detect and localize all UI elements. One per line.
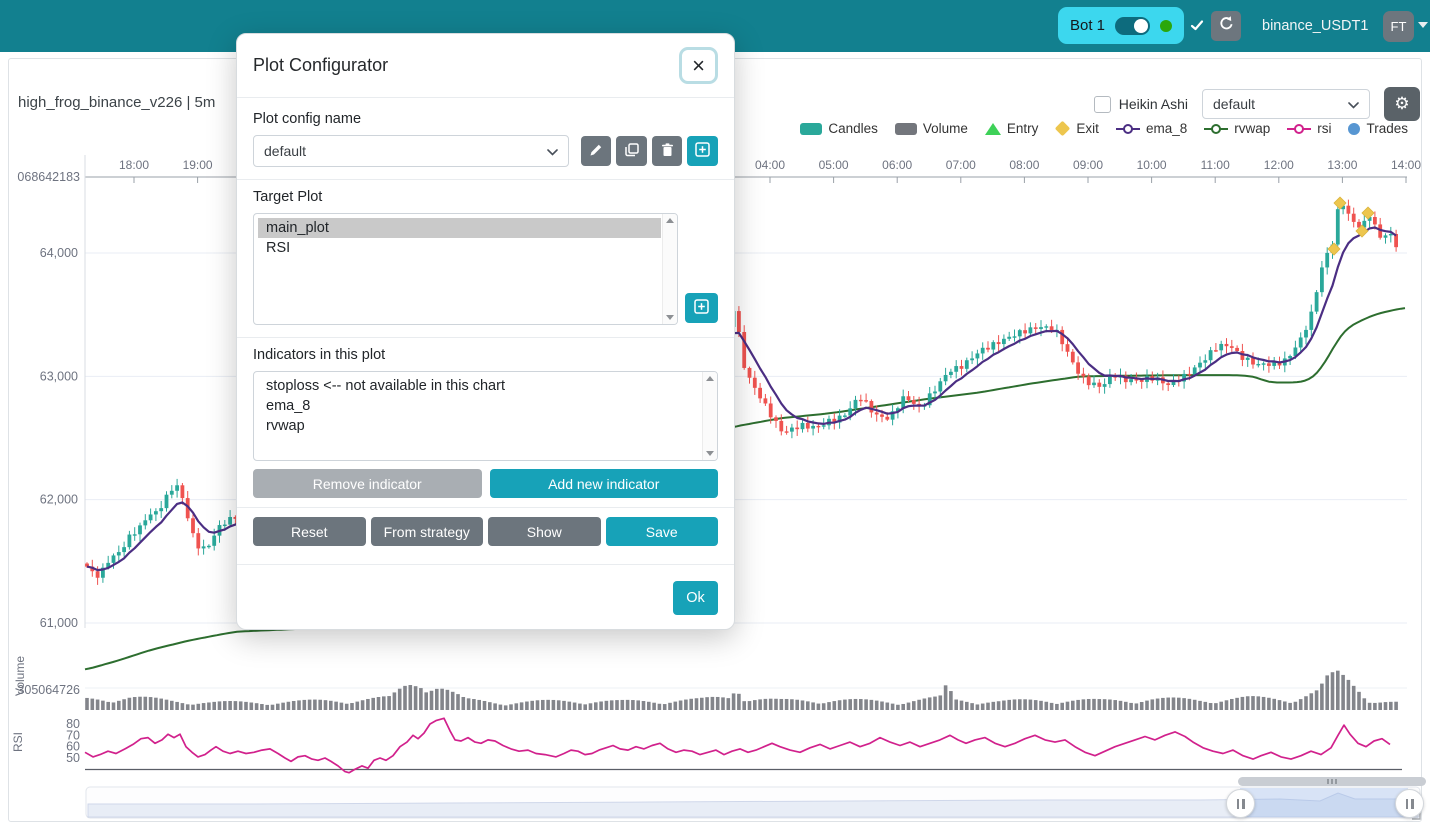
plot-config-row: default (253, 135, 718, 167)
bot-name-label: Bot 1 (1070, 17, 1105, 34)
entry-triangle-icon (985, 123, 1001, 135)
indicator-item[interactable]: ema_8 (258, 396, 701, 416)
toggle-knob (1134, 19, 1148, 33)
reload-icon (1218, 15, 1235, 37)
scroll-down-icon[interactable] (666, 315, 674, 320)
delete-config-button[interactable] (652, 136, 683, 166)
indicators-listbox[interactable]: stoploss <-- not available in this chart… (253, 371, 718, 461)
plot-configurator-modal: Plot Configurator × Plot config name def… (236, 33, 735, 630)
chevron-down-icon (547, 143, 558, 159)
line-ring-icon (1287, 128, 1311, 130)
Volume-swatch-icon (895, 123, 917, 135)
target-plot-listbox[interactable]: main_plotRSI (253, 213, 678, 325)
plot-config-name-label: Plot config name (253, 111, 718, 127)
legend-label: Exit (1076, 121, 1099, 136)
scrollbar[interactable] (702, 372, 717, 460)
bot-online-dot (1160, 20, 1172, 32)
legend-item-rvwap[interactable]: rvwap (1204, 121, 1270, 136)
chevron-down-icon (1348, 96, 1359, 112)
legend-item-rsi[interactable]: rsi (1287, 121, 1331, 136)
legend-item-Exit[interactable]: Exit (1055, 121, 1099, 136)
modal-header: Plot Configurator × (237, 34, 734, 98)
legend-item-Volume[interactable]: Volume (895, 121, 968, 136)
indicator-item[interactable]: rvwap (258, 416, 701, 436)
add-config-button[interactable] (687, 136, 718, 166)
exit-diamond-icon (1055, 121, 1071, 137)
trades-circle-icon (1348, 123, 1360, 135)
indicator-item[interactable]: stoploss <-- not available in this chart (258, 376, 701, 396)
bot-selector-pill[interactable]: Bot 1 (1058, 7, 1184, 44)
check-icon (1189, 17, 1205, 38)
bot-toggle[interactable] (1115, 17, 1150, 35)
line-ring-icon (1204, 128, 1228, 130)
edit-config-button[interactable] (581, 136, 612, 166)
scroll-up-icon[interactable] (706, 376, 714, 381)
legend-label: rsi (1317, 121, 1331, 136)
heikin-ashi-label: Heikin Ashi (1119, 96, 1188, 112)
add-new-indicator-button[interactable]: Add new indicator (490, 469, 719, 498)
legend-label: Candles (828, 121, 878, 136)
chart-title: high_frog_binance_v226 | 5m (18, 94, 215, 111)
gear-icon: ⚙ (1394, 94, 1409, 114)
modal-body: Plot config name default (237, 98, 734, 546)
line-ring-icon (1116, 128, 1140, 130)
scroll-up-icon[interactable] (666, 218, 674, 223)
scrollbar[interactable] (662, 214, 677, 324)
config-name-select[interactable]: default (253, 135, 569, 167)
Candles-swatch-icon (800, 123, 822, 135)
legend-label: Volume (923, 121, 968, 136)
reload-button[interactable] (1211, 11, 1241, 41)
legend-item-ema_8[interactable]: ema_8 (1116, 121, 1187, 136)
config-name-value: default (264, 143, 306, 159)
legend-label: Entry (1007, 121, 1039, 136)
duplicate-config-button[interactable] (616, 136, 647, 166)
legend-label: ema_8 (1146, 121, 1187, 136)
modal-title: Plot Configurator (253, 55, 388, 76)
chevron-down-icon[interactable] (1418, 22, 1428, 28)
target-plot-label: Target Plot (253, 189, 718, 205)
legend-item-Entry[interactable]: Entry (985, 121, 1039, 136)
remove-indicator-button[interactable]: Remove indicator (253, 469, 482, 498)
plot-config-selected-value: default (1213, 96, 1255, 112)
pencil-icon (589, 143, 603, 160)
reset-button[interactable]: Reset (253, 517, 366, 546)
plus-square-icon (694, 299, 709, 317)
plot-config-select[interactable]: default (1202, 89, 1370, 119)
modal-footer: Ok (237, 564, 734, 631)
scroll-down-icon[interactable] (706, 451, 714, 456)
copy-icon (625, 143, 639, 160)
trash-icon (661, 143, 674, 160)
legend-item-Trades[interactable]: Trades (1348, 121, 1408, 136)
legend-label: Trades (1366, 121, 1408, 136)
save-button[interactable]: Save (606, 517, 719, 546)
target-plot-option[interactable]: RSI (258, 238, 661, 258)
ok-button[interactable]: Ok (673, 581, 718, 615)
add-target-plot-button[interactable] (685, 293, 718, 323)
volume-axis-name: Volume (13, 650, 27, 702)
target-plot-option[interactable]: main_plot (258, 218, 661, 238)
datazoom-left-handle[interactable] (1226, 789, 1255, 818)
avatar[interactable]: FT (1383, 11, 1414, 42)
chart-settings-button[interactable]: ⚙ (1384, 87, 1420, 121)
datazoom-window[interactable] (1240, 788, 1408, 817)
datazoom-right-handle[interactable] (1395, 789, 1424, 818)
chart-legend: Candles Volume Entry Exit ema_8 rvwap rsi Trade… (800, 121, 1408, 136)
plus-square-icon (695, 142, 710, 160)
indicators-label: Indicators in this plot (253, 347, 718, 363)
rsi-axis-name: RSI (11, 728, 25, 756)
datazoom-move-handle[interactable] (1238, 777, 1426, 786)
close-icon: × (692, 55, 705, 77)
legend-item-Candles[interactable]: Candles (800, 121, 878, 136)
target-plot-row: main_plotRSI (253, 213, 718, 325)
from-strategy-button[interactable]: From strategy (371, 517, 484, 546)
instance-name: binance_USDT1 (1262, 18, 1368, 34)
chart-controls: Heikin Ashi default ⚙ (1094, 87, 1420, 121)
legend-label: rvwap (1234, 121, 1270, 136)
heikin-ashi-checkbox[interactable] (1094, 96, 1111, 113)
show-button[interactable]: Show (488, 517, 601, 546)
modal-close-button[interactable]: × (679, 47, 718, 84)
